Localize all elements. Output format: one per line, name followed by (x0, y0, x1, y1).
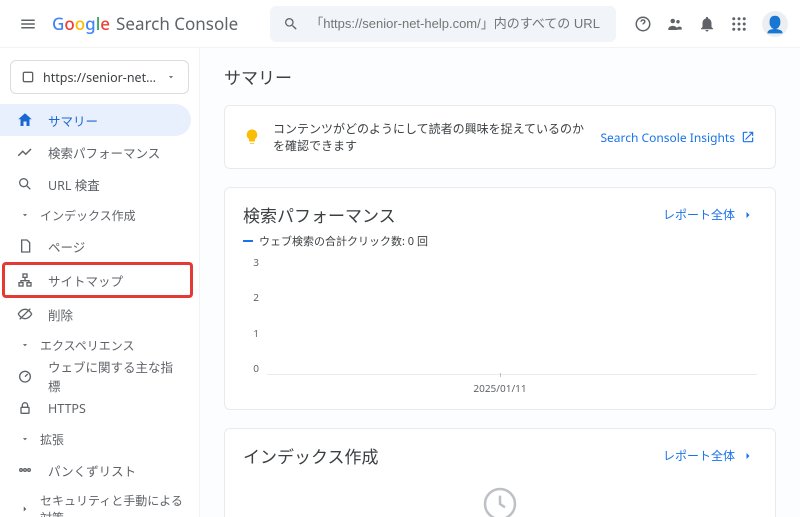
full-report-link[interactable]: レポート全体 (663, 206, 757, 224)
performance-card: 検索パフォーマンス レポート全体 ウェブ検索の合計クリック数: 0 回 3 2 … (224, 187, 776, 410)
sidebar-item-label: ウェブに関する主な指標 (48, 357, 179, 395)
card-title: インデックス作成 (243, 443, 379, 468)
y-tick: 1 (243, 326, 259, 340)
home-icon (16, 111, 34, 129)
search-input[interactable] (310, 16, 604, 31)
insights-link[interactable]: Search Console Insights (600, 128, 757, 146)
search-icon (282, 15, 300, 33)
insights-card: コンテンツがどのようにして読者の興味を捉えているのかを確認できます Search… (224, 105, 776, 169)
section-label: 拡張 (40, 431, 64, 448)
sidebar-item-label: サイトマップ (48, 271, 123, 290)
caret-down-icon (16, 206, 34, 224)
caret-down-icon (162, 68, 180, 86)
link-label: Search Console Insights (600, 129, 735, 146)
trending-icon (16, 143, 34, 161)
open-in-new-icon (739, 128, 757, 146)
section-indexing[interactable]: インデックス作成 (0, 200, 199, 230)
plot-area (267, 255, 757, 375)
x-tick-mark (500, 373, 501, 377)
sidebar-item-https[interactable]: HTTPS (0, 392, 191, 424)
full-report-link[interactable]: レポート全体 (663, 447, 757, 465)
sidebar-item-label: 削除 (48, 305, 73, 324)
breadcrumb-icon (16, 461, 34, 479)
page-title: サマリー (224, 64, 776, 89)
y-tick: 0 (243, 361, 259, 375)
app-header: Google Search Console 👤 (0, 0, 800, 48)
sidebar-item-pages[interactable]: ページ (0, 230, 191, 262)
lock-icon (16, 399, 34, 417)
section-label: セキュリティと手動による対策 (40, 492, 183, 517)
apps-icon[interactable] (730, 15, 748, 33)
caret-down-icon (16, 430, 34, 448)
main-content: サマリー コンテンツがどのようにして読者の興味を捉えているのかを確認できます S… (200, 48, 800, 517)
sidebar-item-sitemaps[interactable]: サイトマップ (2, 262, 193, 298)
hide-icon (16, 305, 34, 323)
chevron-right-icon (739, 206, 757, 224)
hamburger-menu-icon[interactable] (12, 8, 44, 40)
series-text: ウェブ検索の合計クリック数: 0 回 (259, 233, 428, 249)
people-icon[interactable] (666, 15, 684, 33)
caret-down-icon (16, 336, 34, 354)
link-label: レポート全体 (663, 206, 735, 223)
performance-chart: 3 2 1 0 2025/01/11 (243, 255, 757, 395)
sitemap-icon (16, 271, 34, 289)
sidebar-item-summary[interactable]: サマリー (0, 104, 191, 136)
lightbulb-icon (243, 128, 261, 146)
link-label: レポート全体 (663, 447, 735, 464)
property-selector[interactable]: https://senior-net-help… (10, 60, 189, 94)
caret-right-icon (16, 500, 34, 517)
section-experience[interactable]: エクスペリエンス (0, 330, 199, 360)
y-tick: 3 (243, 255, 259, 269)
bell-icon[interactable] (698, 15, 716, 33)
property-label: https://senior-net-help… (43, 69, 156, 86)
sidebar: https://senior-net-help… サマリー 検索パフォーマンス … (0, 48, 200, 517)
indexing-card: インデックス作成 レポート全体 (224, 428, 776, 517)
page-icon (16, 237, 34, 255)
section-enhancements[interactable]: 拡張 (0, 424, 199, 454)
speed-icon (16, 367, 34, 385)
section-label: インデックス作成 (40, 207, 136, 224)
sidebar-item-breadcrumbs[interactable]: パンくずリスト (0, 454, 191, 486)
y-tick: 2 (243, 290, 259, 304)
product-name: Search Console (116, 12, 238, 35)
avatar[interactable]: 👤 (762, 11, 788, 37)
sidebar-item-url-inspect[interactable]: URL 検査 (0, 168, 191, 200)
search-icon (16, 175, 34, 193)
google-logo: Google Search Console (52, 12, 238, 35)
section-label: エクスペリエンス (40, 337, 135, 354)
property-icon (19, 68, 37, 86)
y-axis: 3 2 1 0 (243, 255, 263, 375)
sidebar-item-label: ページ (48, 237, 85, 256)
sidebar-item-label: パンくずリスト (48, 461, 136, 480)
help-icon[interactable] (634, 15, 652, 33)
sidebar-item-removals[interactable]: 削除 (0, 298, 191, 330)
sidebar-item-label: HTTPS (48, 400, 86, 417)
clock-icon (243, 474, 757, 517)
sidebar-item-label: URL 検査 (48, 175, 100, 194)
sidebar-item-cwv[interactable]: ウェブに関する主な指標 (0, 360, 191, 392)
header-actions: 👤 (634, 11, 788, 37)
url-inspection-search[interactable] (270, 6, 616, 42)
insight-message: コンテンツがどのようにして読者の興味を捉えているのかを確認できます (273, 120, 588, 154)
series-color-icon (243, 240, 253, 242)
sidebar-item-label: サマリー (48, 111, 98, 130)
chevron-right-icon (739, 447, 757, 465)
series-legend: ウェブ検索の合計クリック数: 0 回 (243, 233, 757, 249)
section-security[interactable]: セキュリティと手動による対策 (0, 486, 199, 517)
x-tick-label: 2025/01/11 (473, 381, 526, 395)
sidebar-item-label: 検索パフォーマンス (48, 143, 160, 162)
card-title: 検索パフォーマンス (243, 202, 396, 227)
sidebar-item-performance[interactable]: 検索パフォーマンス (0, 136, 191, 168)
